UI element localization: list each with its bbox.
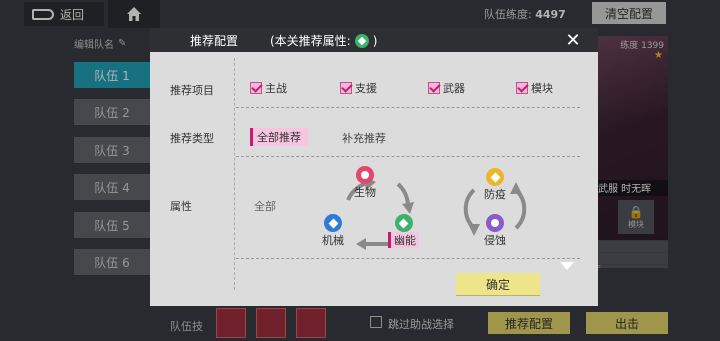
attr-bio-option[interactable]: 生物 (354, 166, 376, 200)
attr-psy-label: 幽能 (388, 232, 419, 248)
subtitle-prefix: (本关推荐属性: (270, 34, 351, 48)
attr-all-option[interactable]: 全部 (254, 198, 276, 214)
dialog-header: 推荐配置 (本关推荐属性: ) ✕ (150, 28, 598, 52)
recommend-config-dialog: 推荐配置 (本关推荐属性: ) ✕ 推荐项目 主战 支援 武器 模块 推荐类型 … (150, 28, 598, 306)
dialog-subtitle: (本关推荐属性: ) (270, 32, 377, 49)
recommended-attr-icon (354, 33, 369, 48)
type-label: 推荐类型 (170, 132, 214, 145)
immune-icon (486, 168, 504, 186)
attr-immune-label: 防疫 (484, 188, 506, 201)
project-label: 推荐项目 (170, 84, 214, 97)
attr-psy-option[interactable]: 幽能 (388, 214, 419, 248)
attr-mech-label: 机械 (322, 234, 344, 247)
attr-immune-option[interactable]: 防疫 (484, 168, 506, 202)
confirm-button[interactable]: 确定 (456, 273, 540, 295)
divider (234, 58, 235, 290)
dialog-title: 推荐配置 (190, 34, 239, 48)
checkbox-support-label: 支援 (355, 82, 377, 95)
chevron-down-icon (560, 262, 574, 270)
divider (236, 258, 580, 259)
checkbox-checked-icon (250, 82, 262, 94)
checkbox-weapon[interactable]: 武器 (428, 80, 465, 96)
attr-mech-option[interactable]: 机械 (322, 214, 344, 248)
type-supplement-option[interactable]: 补充推荐 (342, 130, 386, 146)
subtitle-suffix: ) (372, 33, 378, 48)
psy-icon (394, 214, 413, 232)
mech-icon (324, 214, 342, 232)
checkbox-module[interactable]: 模块 (516, 80, 553, 96)
attr-bio-label: 生物 (354, 186, 376, 199)
corrode-icon (486, 214, 504, 232)
attr-corrode-option[interactable]: 侵蚀 (484, 214, 506, 248)
checkbox-main[interactable]: 主战 (250, 80, 287, 96)
checkbox-checked-icon (516, 82, 528, 94)
close-icon[interactable]: ✕ (562, 30, 584, 51)
divider (236, 156, 580, 157)
type-all-option[interactable]: 全部推荐 (250, 128, 308, 146)
checkbox-main-label: 主战 (265, 82, 287, 95)
attr-corrode-label: 侵蚀 (484, 234, 506, 247)
bio-icon (356, 166, 374, 184)
divider (236, 107, 580, 108)
checkbox-checked-icon (340, 82, 352, 94)
checkbox-checked-icon (428, 82, 440, 94)
checkbox-module-label: 模块 (531, 82, 553, 95)
checkbox-weapon-label: 武器 (443, 82, 465, 95)
checkbox-support[interactable]: 支援 (340, 80, 377, 96)
attr-label: 属性 (170, 200, 192, 213)
